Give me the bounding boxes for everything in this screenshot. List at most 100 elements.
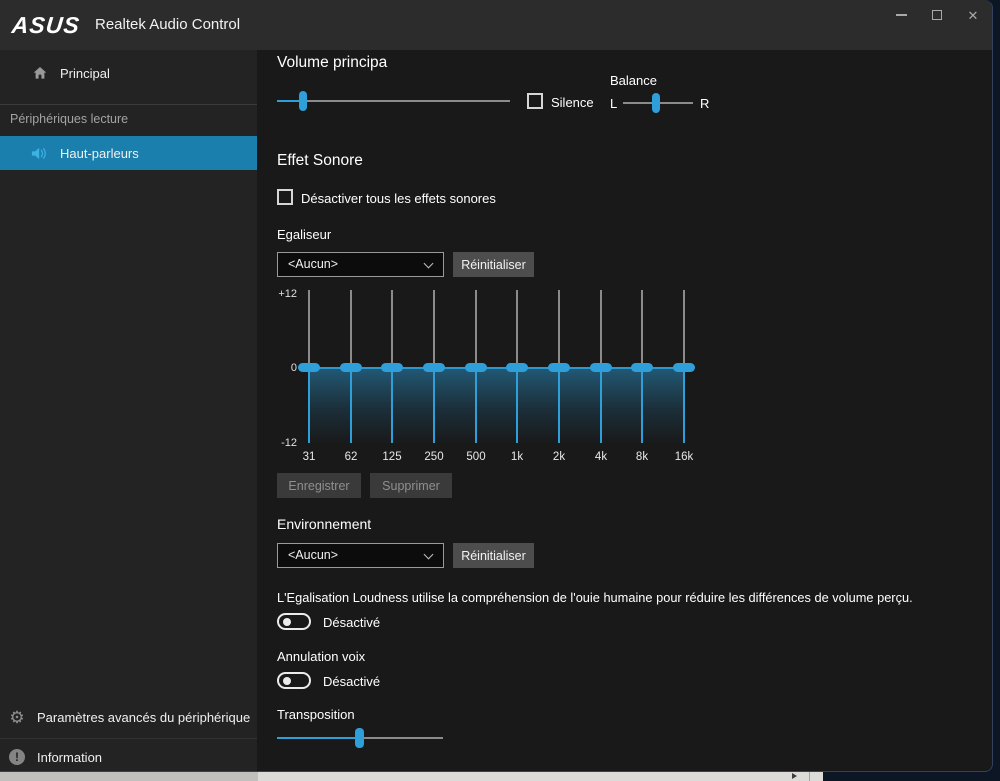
eq-slider-handle[interactable]	[548, 363, 570, 372]
eq-slider-handle[interactable]	[590, 363, 612, 372]
eq-band-label: 125	[371, 451, 413, 463]
sidebar-footer-divider	[0, 738, 257, 739]
eq-slider-track-active[interactable]	[350, 368, 352, 443]
toggle-knob	[283, 618, 291, 626]
eq-slider-track[interactable]	[433, 290, 435, 368]
title-bar: ASUS Realtek Audio Control ✕	[0, 0, 992, 50]
chevron-down-icon	[424, 550, 434, 560]
sidebar-item-advanced-settings[interactable]: ⚙ Paramètres avancés du périphérique	[0, 700, 257, 734]
eq-band-1k: 1k	[496, 288, 538, 468]
eq-slider-handle[interactable]	[423, 363, 445, 372]
eq-slider-track-active[interactable]	[475, 368, 477, 443]
loudness-description: L'Egalisation Loudness utilise la compré…	[277, 590, 937, 605]
info-icon: !	[8, 748, 26, 766]
main-content: Volume principa Silence Balance L R Effe…	[257, 50, 993, 772]
equalizer-chart: +12 0 -12 31 62	[277, 288, 707, 468]
eq-slider-track[interactable]	[308, 290, 310, 368]
equalizer-preset-dropdown[interactable]: <Aucun>	[277, 252, 444, 277]
eq-slider-handle[interactable]	[465, 363, 487, 372]
desktop-background: ASUS Realtek Audio Control ✕ Principal P…	[0, 0, 1000, 781]
sidebar-item-principal[interactable]: Principal	[0, 55, 257, 91]
app-window: ASUS Realtek Audio Control ✕ Principal P…	[0, 0, 993, 772]
asus-logo: ASUS	[11, 12, 89, 38]
horizontal-scrollbar[interactable]	[0, 772, 823, 781]
delete-preset-button[interactable]: Supprimer	[370, 473, 452, 498]
volume-slider-handle[interactable]	[299, 91, 307, 111]
speaker-icon	[31, 144, 49, 162]
environment-preset-dropdown[interactable]: <Aucun>	[277, 543, 444, 568]
scrollbar-right-button[interactable]	[783, 772, 810, 781]
close-button[interactable]: ✕	[956, 0, 990, 30]
sidebar-section-label: Périphériques lecture	[10, 112, 128, 126]
transposition-slider-fill	[277, 737, 359, 739]
eq-slider-track[interactable]	[600, 290, 602, 368]
eq-slider-handle[interactable]	[298, 363, 320, 372]
gear-icon: ⚙	[8, 708, 26, 726]
eq-slider-track[interactable]	[350, 290, 352, 368]
eq-band-label: 8k	[621, 451, 663, 463]
eq-band-125: 125	[371, 288, 413, 468]
volume-slider-track[interactable]	[277, 100, 510, 102]
eq-slider-track-active[interactable]	[391, 368, 393, 443]
voice-cancellation-state-label: Désactivé	[323, 674, 380, 689]
sidebar: Principal Périphériques lecture Haut-par…	[0, 50, 257, 772]
eq-slider-track[interactable]	[475, 290, 477, 368]
eq-slider-track[interactable]	[683, 290, 685, 368]
eq-slider-track[interactable]	[391, 290, 393, 368]
balance-left-label: L	[610, 96, 617, 111]
eq-slider-track[interactable]	[516, 290, 518, 368]
eq-slider-track-active[interactable]	[433, 368, 435, 443]
eq-slider-track-active[interactable]	[641, 368, 643, 443]
toggle-knob	[283, 677, 291, 685]
eq-slider-handle[interactable]	[631, 363, 653, 372]
environment-label: Environnement	[277, 516, 371, 532]
balance-label: Balance	[610, 73, 657, 88]
sidebar-divider	[0, 104, 257, 105]
eq-slider-handle[interactable]	[340, 363, 362, 372]
voice-cancellation-toggle[interactable]	[277, 672, 311, 689]
save-preset-button[interactable]: Enregistrer	[277, 473, 361, 498]
eq-band-label: 500	[455, 451, 497, 463]
silence-checkbox[interactable]	[527, 93, 543, 109]
window-title: Realtek Audio Control	[95, 16, 240, 33]
eq-band-label: 4k	[580, 451, 622, 463]
scrollbar-thumb[interactable]	[0, 772, 258, 781]
eq-slider-track-active[interactable]	[516, 368, 518, 443]
equalizer-reset-button[interactable]: Réinitialiser	[453, 252, 534, 277]
eq-band-500: 500	[455, 288, 497, 468]
eq-band-16k: 16k	[663, 288, 705, 468]
eq-band-label: 62	[330, 451, 372, 463]
sidebar-item-label: Paramètres avancés du périphérique	[37, 710, 250, 725]
environment-reset-button[interactable]: Réinitialiser	[453, 543, 534, 568]
eq-band-62: 62	[330, 288, 372, 468]
maximize-button[interactable]	[920, 0, 954, 30]
disable-all-effects-checkbox[interactable]	[277, 189, 293, 205]
balance-right-label: R	[700, 96, 709, 111]
eq-band-label: 16k	[663, 451, 705, 463]
eq-band-8k: 8k	[621, 288, 663, 468]
silence-label: Silence	[551, 95, 594, 110]
loudness-toggle[interactable]	[277, 613, 311, 630]
eq-slider-track-active[interactable]	[600, 368, 602, 443]
sidebar-item-information[interactable]: ! Information	[0, 740, 257, 772]
sidebar-item-haut-parleurs[interactable]: Haut-parleurs	[0, 136, 257, 170]
eq-slider-track-active[interactable]	[308, 368, 310, 443]
eq-slider-track[interactable]	[558, 290, 560, 368]
balance-slider-handle[interactable]	[652, 93, 660, 113]
voice-cancellation-label: Annulation voix	[277, 649, 365, 664]
eq-slider-handle[interactable]	[673, 363, 695, 372]
eq-band-250: 250	[413, 288, 455, 468]
eq-slider-track-active[interactable]	[683, 368, 685, 443]
disable-all-effects-label: Désactiver tous les effets sonores	[301, 191, 496, 206]
eq-slider-track[interactable]	[641, 290, 643, 368]
arrow-right-icon	[792, 773, 797, 779]
eq-slider-handle[interactable]	[381, 363, 403, 372]
eq-slider-track-active[interactable]	[558, 368, 560, 443]
eq-slider-handle[interactable]	[506, 363, 528, 372]
transposition-slider-handle[interactable]	[355, 728, 364, 748]
chevron-down-icon	[424, 259, 434, 269]
equalizer-label: Egaliseur	[277, 227, 331, 242]
sound-effects-heading: Effet Sonore	[277, 152, 363, 170]
minimize-button[interactable]	[884, 0, 918, 30]
eq-band-2k: 2k	[538, 288, 580, 468]
